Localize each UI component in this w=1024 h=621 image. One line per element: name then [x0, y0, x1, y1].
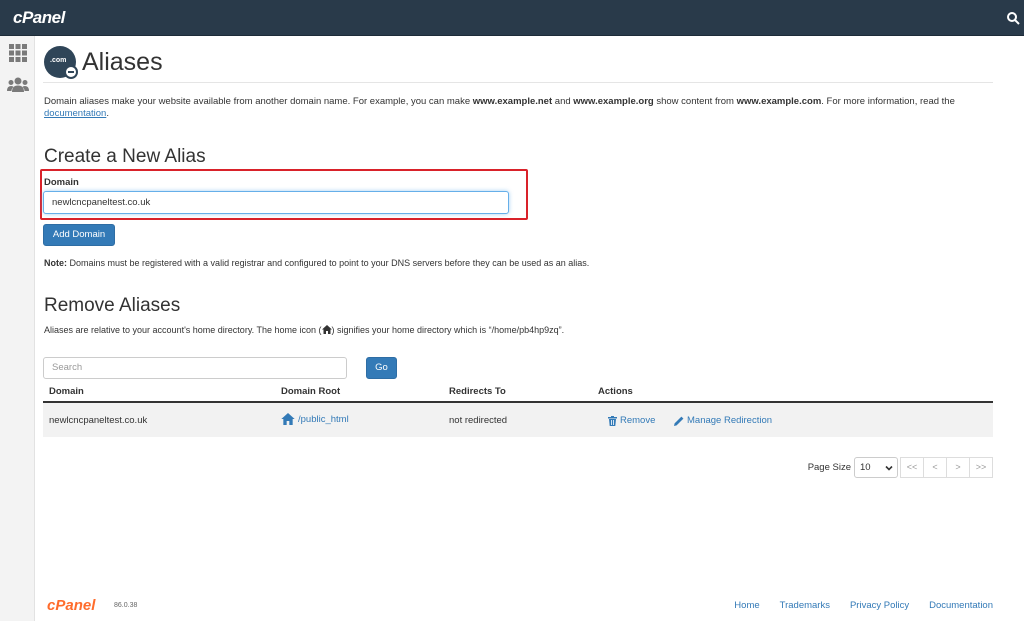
column-header-actions: Actions	[598, 386, 633, 397]
intro-example-com: www.example.com	[736, 96, 822, 107]
top-bar: cPanel	[0, 0, 1024, 36]
footer-links: Home Trademarks Privacy Policy Documenta…	[734, 600, 993, 611]
add-domain-button[interactable]: Add Domain	[43, 224, 115, 246]
go-button[interactable]: Go	[366, 357, 397, 379]
page-size-select[interactable]: 10	[854, 456, 898, 478]
version-text: 86.0.38	[114, 602, 138, 609]
table-row: newlcncpaneltest.co.uk /public_html not …	[43, 403, 993, 437]
column-header-domain-root[interactable]: Domain Root	[281, 386, 340, 397]
next-page-button[interactable]: >	[946, 456, 970, 478]
aliases-icon-text: .com	[50, 57, 67, 64]
footer-link-documentation[interactable]: Documentation	[929, 600, 993, 611]
aliases-table: Domain Domain Root Redirects To Actions …	[43, 382, 993, 437]
home-icon	[281, 413, 295, 425]
manage-redirection-link[interactable]: Manage Redirection	[674, 415, 772, 426]
domain-label: Domain	[44, 177, 79, 188]
home-icon	[321, 325, 332, 334]
last-page-button[interactable]: >>	[969, 456, 993, 478]
search-input[interactable]: Search	[43, 357, 347, 379]
redirects-to: not redirected	[449, 415, 508, 426]
remove-text: Remove	[620, 415, 656, 426]
alias-domain: newlcncpaneltest.co.uk	[49, 415, 148, 426]
grid-icon[interactable]	[9, 44, 27, 62]
first-page-button[interactable]: <<	[900, 456, 924, 478]
page-size-label: Page Size	[807, 461, 851, 473]
chevron-down-icon	[885, 465, 893, 471]
domain-root-text: /public_html	[298, 413, 349, 425]
intro-part: . For more information, read the	[821, 96, 955, 107]
remove-description: Aliases are relative to your account's h…	[44, 325, 564, 335]
column-header-domain[interactable]: Domain	[49, 386, 84, 397]
intro-part: Domain aliases make your website availab…	[44, 96, 473, 107]
divider	[43, 82, 993, 83]
aliases-icon: .com	[44, 46, 78, 79]
table-header: Domain Domain Root Redirects To Actions	[43, 382, 993, 403]
remove-aliases-heading: Remove Aliases	[44, 295, 181, 316]
intro-part: show content from	[653, 96, 737, 107]
footer-link-trademarks[interactable]: Trademarks	[780, 600, 830, 611]
cpanel-logo[interactable]: cPanel	[13, 8, 65, 28]
search-icon[interactable]	[1006, 11, 1020, 25]
page-title: Aliases	[82, 48, 163, 76]
domain-root-link[interactable]: /public_html	[281, 413, 349, 425]
footer-link-home[interactable]: Home	[734, 600, 759, 611]
footer-link-privacy-policy[interactable]: Privacy Policy	[850, 600, 909, 611]
prev-page-button[interactable]: <	[923, 456, 947, 478]
pencil-icon	[674, 416, 684, 426]
minus-badge-icon	[64, 65, 78, 79]
create-alias-heading: Create a New Alias	[44, 146, 206, 167]
note-text: Note: Domains must be registered with a …	[44, 258, 589, 268]
footer-cpanel-logo[interactable]: cPanel	[47, 597, 95, 614]
intro-example-org: www.example.org	[573, 96, 654, 107]
intro-part: .	[106, 108, 109, 119]
main-content: .com Aliases Domain aliases make your we…	[35, 36, 1024, 621]
desc-part: ) signifies your home directory which is…	[331, 325, 565, 335]
domain-input[interactable]: newlcncpaneltest.co.uk	[43, 191, 509, 214]
pagination: Page Size 10 << < > >>	[808, 456, 993, 478]
note-label: Note:	[44, 258, 67, 268]
trash-icon	[608, 415, 617, 426]
manage-redirection-text: Manage Redirection	[687, 415, 773, 426]
column-header-redirects-to[interactable]: Redirects To	[449, 386, 506, 397]
intro-example-net: www.example.net	[472, 96, 553, 107]
remove-link[interactable]: Remove	[608, 415, 655, 426]
intro-text: Domain aliases make your website availab…	[44, 96, 1004, 120]
intro-part: and	[552, 96, 574, 107]
desc-part: Aliases are relative to your account's h…	[44, 325, 322, 335]
documentation-link[interactable]: documentation	[44, 108, 106, 119]
note-body: Domains must be registered with a valid …	[67, 258, 590, 268]
page-size-value: 10	[860, 461, 871, 473]
left-sidebar	[0, 36, 35, 621]
users-icon[interactable]	[7, 76, 29, 94]
